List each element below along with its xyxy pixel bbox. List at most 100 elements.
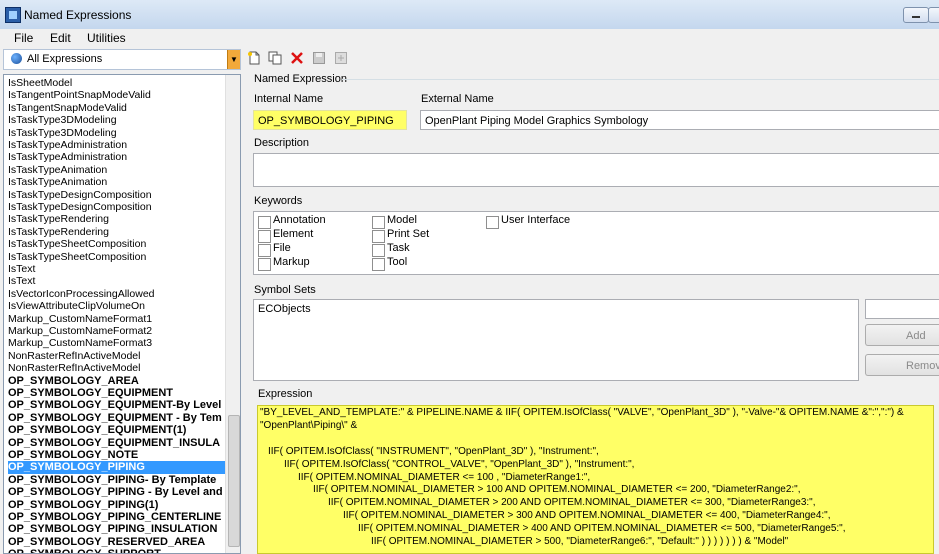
internal-name-label: Internal Name (254, 93, 324, 105)
keyword-model-label: Model (387, 214, 417, 226)
list-item[interactable]: IsTaskTypeAdministration (8, 151, 226, 163)
list-item[interactable]: OP_SYMBOLOGY_PIPING- By Template (8, 474, 226, 486)
list-item[interactable]: OP_SYMBOLOGY_EQUIPMENT(1) (8, 424, 226, 436)
export-icon[interactable] (334, 51, 348, 65)
keyword-markup-label: Markup (273, 256, 310, 268)
list-item[interactable]: IsText (8, 263, 226, 275)
keyword-annotation-label: Annotation (273, 214, 326, 226)
list-item[interactable]: OP_SYMBOLOGY_PIPING (8, 461, 226, 474)
list-item[interactable]: OP_SYMBOLOGY_PIPING_INSULATION (8, 523, 226, 535)
list-item[interactable]: Markup_CustomNameFormat1 (8, 313, 226, 325)
window-title: Named Expressions (24, 8, 132, 22)
add-button[interactable]: Add (865, 324, 939, 346)
list-item[interactable]: OP_SYMBOLOGY_PIPING_CENTERLINE (8, 511, 226, 523)
chevron-down-icon[interactable]: ▼ (227, 50, 240, 69)
checkbox-file[interactable] (258, 244, 271, 257)
expression-line: IIF( OPITEM.NOMINAL_DIAMETER > 300 AND O… (343, 510, 831, 522)
list-item[interactable]: IsTaskType3DModeling (8, 114, 226, 126)
list-item[interactable]: IsTaskTypeRendering (8, 213, 226, 225)
menu-file[interactable]: File (14, 31, 33, 45)
checkbox-element[interactable] (258, 230, 271, 243)
toolbar: All Expressions ▼ (0, 48, 939, 71)
keyword-task-label: Task (387, 242, 410, 254)
list-item[interactable]: OP_SYMBOLOGY_PIPING - By Level and (8, 486, 226, 498)
external-name-field[interactable]: OpenPlant Piping Model Graphics Symbolog… (420, 110, 939, 130)
new-icon[interactable] (247, 51, 261, 65)
list-item[interactable]: OP_SYMBOLOGY_SUPPORT (8, 548, 226, 553)
expression-line: IIF( OPITEM.NOMINAL_DIAMETER > 400 AND O… (358, 523, 846, 535)
expression-line: IIF( OPITEM.NOMINAL_DIAMETER > 100 AND O… (313, 484, 801, 496)
list-item[interactable]: IsVectorIconProcessingAllowed (8, 288, 226, 300)
expression-line: IIF( OPITEM.IsOfClass( "CONTROL_VALVE", … (284, 458, 635, 470)
description-label: Description (254, 137, 310, 149)
checkbox-annotation[interactable] (258, 216, 271, 229)
keyword-user-interface-label: User Interface (501, 214, 571, 226)
scrollbar-thumb[interactable] (228, 415, 240, 547)
expression-editor[interactable]: "BY_LEVEL_AND_TEMPLATE:" & PIPELINE.NAME… (257, 405, 934, 554)
list-item[interactable]: IsTaskTypeSheetComposition (8, 238, 226, 250)
symbol-set-item[interactable]: ECObjects (258, 303, 311, 315)
list-item[interactable]: IsText (8, 275, 226, 287)
list-item[interactable]: Markup_CustomNameFormat2 (8, 325, 226, 337)
delete-icon[interactable] (290, 51, 304, 65)
minimize-button[interactable] (903, 7, 929, 23)
expression-label: Expression (258, 388, 313, 400)
symbol-sets-list[interactable]: ECObjects (253, 299, 859, 381)
expression-line: IIF( OPITEM.NOMINAL_DIAMETER > 200 AND O… (328, 497, 816, 509)
internal-name-field[interactable]: OP_SYMBOLOGY_PIPING (253, 110, 407, 130)
list-item[interactable]: IsSheetModel (8, 77, 226, 89)
checkbox-print-set[interactable] (372, 230, 385, 243)
checkbox-tool[interactable] (372, 258, 385, 271)
list-item[interactable]: IsTangentPointSnapModeValid (8, 89, 226, 101)
list-item[interactable]: OP_SYMBOLOGY_NOTE (8, 449, 226, 461)
menu-utilities[interactable]: Utilities (87, 31, 126, 45)
list-item[interactable]: IsTaskTypeSheetComposition (8, 251, 226, 263)
expression-list[interactable]: IsSheetModel IsTangentPointSnapModeValid I… (3, 74, 241, 554)
menu-edit[interactable]: Edit (50, 31, 71, 45)
list-item[interactable]: OP_SYMBOLOGY_RESERVED_AREA (8, 536, 226, 548)
description-field[interactable] (253, 153, 939, 187)
title-bar: Named Expressions (0, 0, 939, 30)
keyword-print-set-label: Print Set (387, 228, 430, 240)
expression-line: IIF( OPITEM.NOMINAL_DIAMETER <= 100 , "D… (298, 471, 591, 483)
list-item[interactable]: OP_SYMBOLOGY_PIPING(1) (8, 499, 226, 511)
keyword-tool-label: Tool (387, 256, 408, 268)
maximize-button[interactable] (928, 7, 939, 23)
keyword-element-label: Element (273, 228, 314, 240)
list-item[interactable]: IsTaskTypeAnimation (8, 176, 226, 188)
list-item[interactable]: IsTaskTypeDesignComposition (8, 201, 226, 213)
list-item[interactable]: OP_SYMBOLOGY_EQUIPMENT_INSULA (8, 437, 226, 449)
list-item[interactable]: IsTaskTypeRendering (8, 226, 226, 238)
expression-line: "BY_LEVEL_AND_TEMPLATE:" & PIPELINE.NAME… (260, 407, 904, 418)
list-item[interactable]: OP_SYMBOLOGY_EQUIPMENT (8, 387, 226, 399)
list-item[interactable]: IsTaskTypeAnimation (8, 164, 226, 176)
copy-icon[interactable] (268, 51, 282, 65)
list-item[interactable]: IsViewAttributeClipVolumeOn (8, 300, 226, 312)
save-icon[interactable] (312, 51, 326, 65)
expression-line: IIF( OPITEM.NOMINAL_DIAMETER > 500, "Dia… (371, 536, 789, 547)
list-item[interactable]: NonRasterRefInActiveModel (8, 362, 226, 374)
checkbox-model[interactable] (372, 216, 385, 229)
named-expression-group-label: Named Expression (254, 73, 347, 85)
list-item[interactable]: OP_SYMBOLOGY_AREA (8, 375, 226, 387)
filter-dropdown-value: All Expressions (27, 53, 103, 65)
filter-dropdown[interactable]: All Expressions ▼ (3, 49, 241, 70)
internal-name-value: OP_SYMBOLOGY_PIPING (258, 115, 394, 127)
keywords-label: Keywords (254, 195, 303, 207)
checkbox-user-interface[interactable] (486, 216, 499, 229)
symbol-sets-label: Symbol Sets (254, 284, 316, 296)
list-item[interactable]: IsTangentSnapModeValid (8, 102, 226, 114)
checkbox-task[interactable] (372, 244, 385, 257)
list-item[interactable]: NonRasterRefInActiveModel (8, 350, 226, 362)
list-item[interactable]: IsTaskTypeDesignComposition (8, 189, 226, 201)
remove-button[interactable]: Remov (865, 354, 939, 376)
list-scrollbar[interactable] (225, 75, 240, 553)
list-item[interactable]: Markup_CustomNameFormat3 (8, 337, 226, 349)
list-item[interactable]: OP_SYMBOLOGY_EQUIPMENT - By Tem (8, 412, 226, 424)
list-item[interactable]: IsTaskTypeAdministration (8, 139, 226, 151)
list-item[interactable]: OP_SYMBOLOGY_EQUIPMENT-By Level (8, 399, 226, 411)
list-item[interactable]: IsTaskType3DModeling (8, 127, 226, 139)
symbol-set-input[interactable] (865, 299, 939, 319)
checkbox-markup[interactable] (258, 258, 271, 271)
group-divider (342, 79, 939, 80)
